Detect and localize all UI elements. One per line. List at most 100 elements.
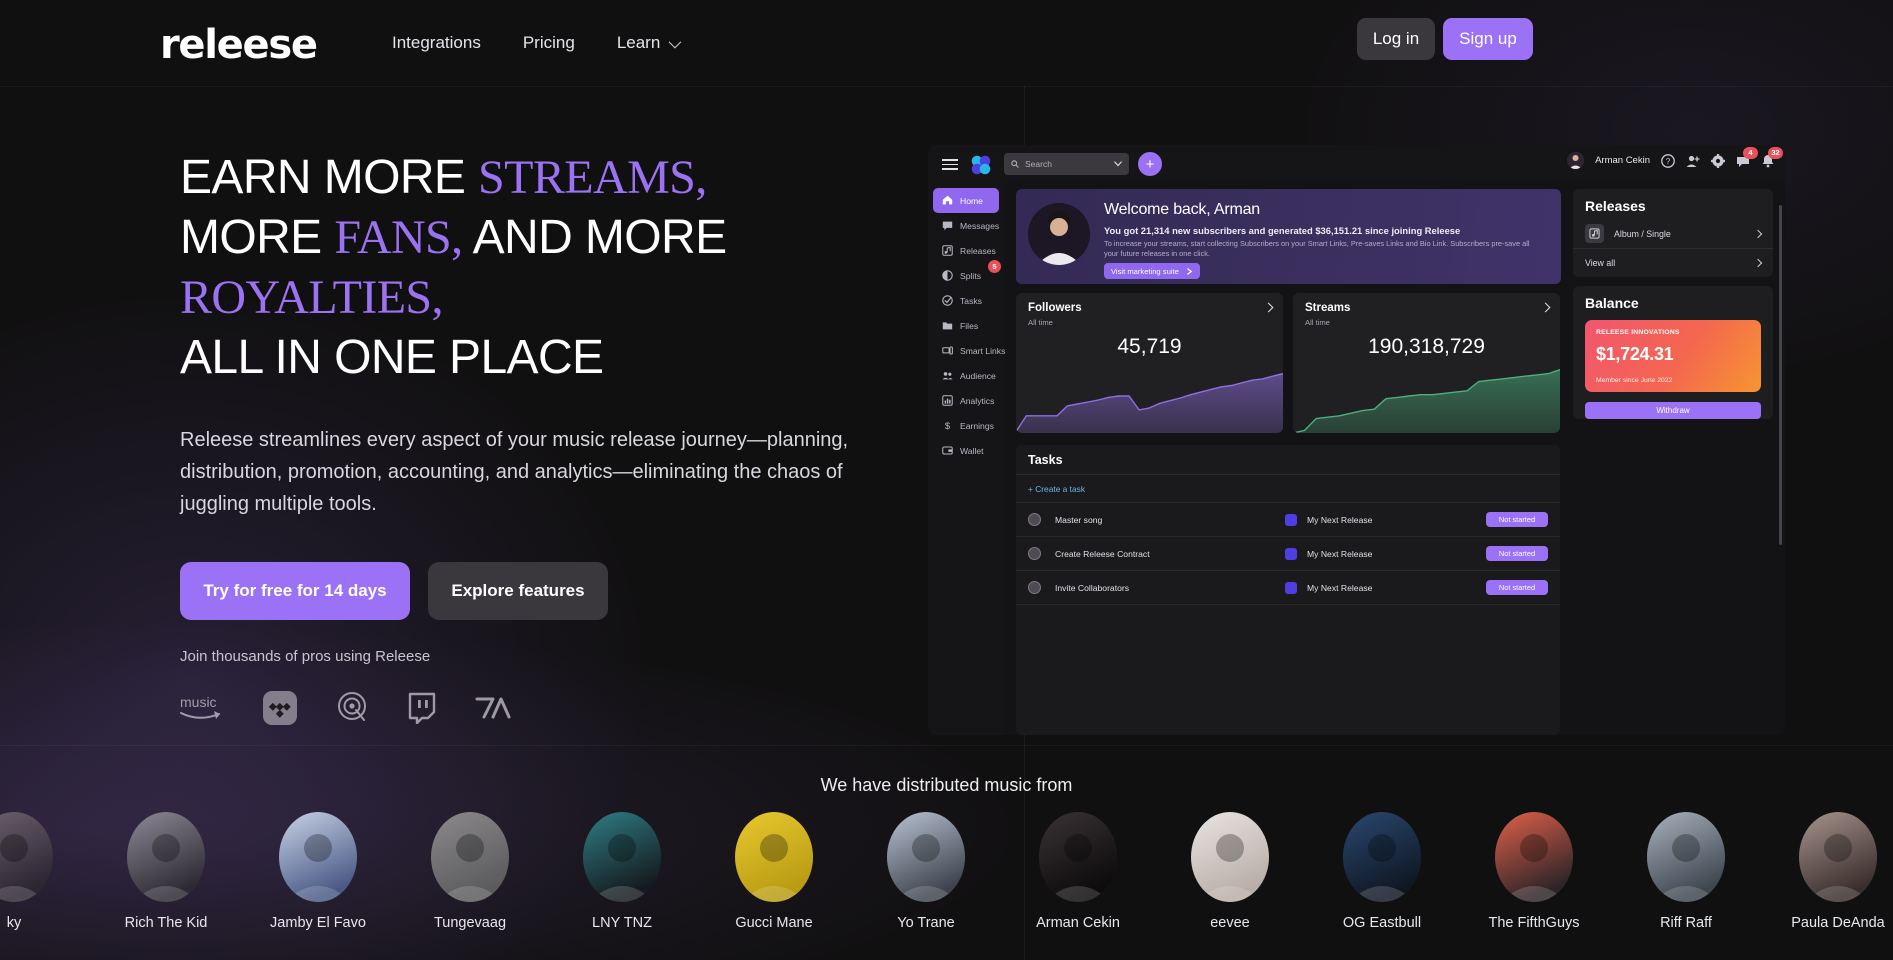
dollar-icon: $ — [945, 420, 951, 431]
try-free-button[interactable]: Try for free for 14 days — [180, 562, 410, 620]
task-status-badge[interactable]: Not started — [1486, 546, 1548, 561]
artist-item[interactable]: Arman Cekin — [1002, 812, 1154, 931]
view-all-label: View all — [1585, 258, 1616, 268]
artist-name: Paula DeAnda — [1791, 915, 1885, 931]
folder-icon — [942, 322, 953, 330]
artist-item[interactable]: Tungevaag — [394, 812, 546, 931]
project-color-swatch — [1285, 547, 1297, 560]
stat-title: Streams — [1305, 302, 1351, 314]
project-color-swatch — [1285, 581, 1297, 594]
sidebar-item-files[interactable]: Files — [933, 313, 999, 338]
signup-button[interactable]: Sign up — [1443, 18, 1533, 60]
artist-item[interactable]: ky — [0, 812, 90, 931]
task-complete-toggle[interactable] — [1028, 513, 1041, 526]
section-divider-horizontal — [0, 745, 1893, 746]
artist-name: Riff Raff — [1660, 915, 1712, 931]
sidebar-item-smart-links[interactable]: Smart Links — [933, 338, 1005, 363]
create-task-link[interactable]: + Create a task — [1016, 475, 1560, 503]
task-status-badge[interactable]: Not started — [1486, 580, 1548, 595]
artist-item[interactable]: LNY TNZ — [546, 812, 698, 931]
sidebar-item-tasks[interactable]: Tasks — [933, 288, 999, 313]
distribution-heading: We have distributed music from — [820, 775, 1073, 795]
site-logo[interactable]: releese — [160, 22, 318, 68]
artist-item[interactable]: Yo Trane — [850, 812, 1002, 931]
artist-name: OG Eastbull — [1342, 915, 1422, 931]
sidebar-item-label: Earnings — [960, 420, 994, 431]
task-complete-toggle[interactable] — [1028, 547, 1041, 560]
gear-icon[interactable] — [1711, 153, 1725, 168]
dashboard-scrollbar[interactable] — [1779, 205, 1782, 545]
login-button[interactable]: Log in — [1357, 18, 1435, 60]
artist-carousel[interactable]: ky Rich The Kid Jamby El Favo Tungevaag LNY … — [0, 812, 1885, 931]
tidal-icon — [263, 691, 297, 725]
nav-item-learn[interactable]: Learn — [617, 33, 682, 53]
sidebar-item-label: Home — [960, 195, 983, 206]
artist-item[interactable]: Gucci Mane — [698, 812, 850, 931]
task-project: My Next Release — [1307, 514, 1373, 525]
task-row[interactable]: Master song My Next Release Not started — [1016, 503, 1560, 537]
withdraw-button[interactable]: Withdraw — [1585, 402, 1761, 419]
user-name[interactable]: Arman Cekin — [1595, 155, 1650, 166]
releases-card: Releases Album / Single View all — [1573, 189, 1773, 277]
explore-features-button[interactable]: Explore features — [428, 562, 608, 620]
check-circle-icon — [942, 295, 953, 306]
sidebar-item-earnings[interactable]: $ Earnings — [933, 413, 999, 438]
sidebar-item-analytics[interactable]: Analytics — [933, 388, 999, 413]
sidebar-item-home[interactable]: Home — [933, 188, 999, 213]
bell-badge: 32 — [1768, 146, 1783, 159]
home-icon — [942, 195, 953, 205]
artist-item[interactable]: Rich The Kid — [90, 812, 242, 931]
view-all-releases[interactable]: View all — [1573, 249, 1773, 277]
artist-item[interactable]: Paula DeAnda — [1762, 812, 1893, 931]
nav-item-pricing[interactable]: Pricing — [523, 33, 575, 53]
artist-name: ky — [6, 915, 22, 931]
create-button[interactable]: + — [1138, 152, 1162, 176]
sidebar-item-splits[interactable]: Splits 5 — [933, 260, 1001, 288]
partner-logos: music — [180, 691, 940, 725]
nav-item-integrations[interactable]: Integrations — [392, 33, 481, 53]
release-item[interactable]: Album / Single — [1573, 219, 1773, 249]
task-status-badge[interactable]: Not started — [1486, 512, 1548, 527]
stat-card-followers: Followers All time 45,719 — [1016, 293, 1283, 433]
tasks-card: Tasks + Create a task Master song My Next… — [1016, 445, 1560, 735]
sidebar-item-wallet[interactable]: Wallet — [933, 438, 999, 463]
pandora-icon — [338, 692, 366, 721]
sidebar-item-audience[interactable]: Audience — [933, 363, 999, 388]
task-row[interactable]: Create Releese Contract My Next Release No… — [1016, 537, 1560, 571]
task-complete-toggle[interactable] — [1028, 581, 1041, 594]
artist-avatar — [279, 812, 357, 902]
avatar[interactable] — [1567, 152, 1585, 169]
add-person-icon[interactable] — [1686, 154, 1700, 168]
search-input[interactable]: Search — [1004, 153, 1129, 175]
artist-name: The FifthGuys — [1488, 915, 1580, 931]
bell-icon[interactable]: 32 — [1761, 146, 1783, 168]
artist-name: Gucci Mane — [735, 915, 813, 931]
app-sidebar: Home Messages Releases Splits 5 Tasks Files Sma… — [928, 183, 1005, 735]
stat-chevron-right-icon[interactable] — [1540, 302, 1551, 313]
task-row[interactable]: Invite Collaborators My Next Release Not s… — [1016, 571, 1560, 605]
help-icon[interactable]: ? — [1661, 153, 1675, 168]
artist-item[interactable]: Riff Raff — [1610, 812, 1762, 931]
visit-marketing-suite-button[interactable]: Visit marketing suite — [1104, 263, 1200, 279]
seven-digital-icon — [475, 697, 511, 719]
task-name: Invite Collaborators — [1055, 582, 1130, 593]
balance-member-since: Member since June 2022 — [1596, 377, 1673, 384]
svg-text:music: music — [180, 694, 217, 710]
artist-item[interactable]: eevee — [1154, 812, 1306, 931]
artist-item[interactable]: The FifthGuys — [1458, 812, 1610, 931]
artist-avatar — [735, 812, 813, 902]
balance-amount: $1,724.31 — [1596, 344, 1674, 364]
artist-avatar — [583, 812, 661, 902]
artist-item[interactable]: OG Eastbull — [1306, 812, 1458, 931]
artist-item[interactable]: Jamby El Favo — [242, 812, 394, 931]
menu-icon[interactable] — [942, 159, 958, 171]
stat-period: All time — [1305, 318, 1330, 327]
sidebar-item-label: Releases — [960, 245, 996, 256]
dashboard-preview: Search + Arman Cekin ? 4 32 Home Message… — [928, 145, 1785, 735]
stat-chevron-right-icon[interactable] — [1263, 302, 1274, 313]
tasks-title: Tasks — [1016, 445, 1560, 475]
messages-icon[interactable]: 4 — [1736, 146, 1758, 168]
sidebar-item-releases[interactable]: Releases — [933, 238, 999, 263]
sidebar-item-label: Tasks — [960, 295, 982, 306]
sidebar-item-messages[interactable]: Messages — [933, 213, 999, 238]
